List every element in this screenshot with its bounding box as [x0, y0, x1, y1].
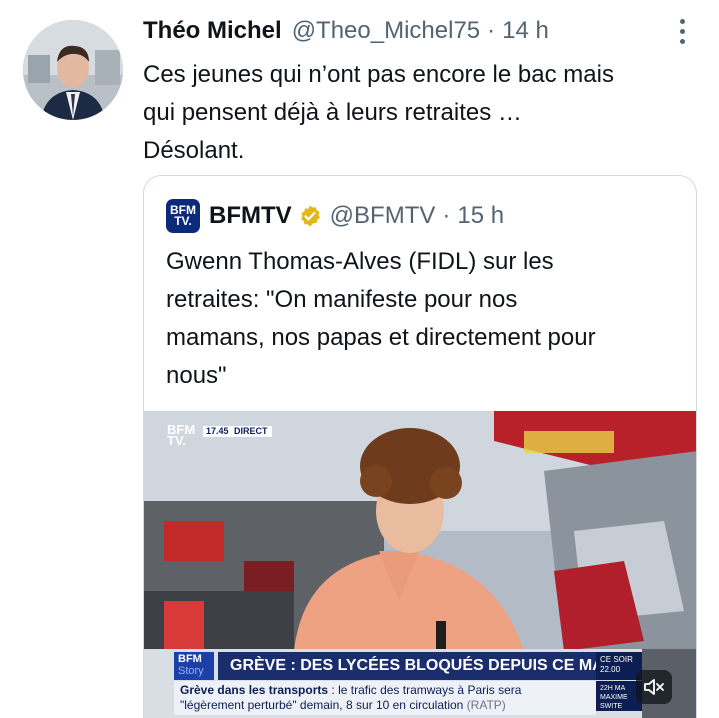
quoted-text-line: nous"	[166, 362, 227, 389]
quoted-author-name: BFMTV	[209, 202, 292, 229]
author-name[interactable]: Théo Michel	[143, 17, 282, 45]
separator-dot: ·	[487, 17, 496, 44]
tweet-timestamp[interactable]: 14 h	[502, 17, 549, 45]
schedule-line: MAXIME SWITE	[600, 694, 628, 710]
tv-channel-logo: BFM TV.	[167, 423, 195, 447]
quoted-tweet-text: Gwenn Thomas-Alves (FIDL) sur les retrai…	[166, 243, 686, 395]
schedule-line: 22.00	[600, 665, 621, 674]
tweet-text-line: Ces jeunes qui n’ont pas encore le bac m…	[143, 61, 614, 88]
quoted-text-line: Gwenn Thomas-Alves (FIDL) sur les	[166, 248, 554, 275]
quoted-tweet-header: BFM TV. BFMTV @BFMTV · 15 h	[166, 198, 504, 234]
more-icon[interactable]	[669, 16, 695, 46]
bfm-story-logo: BFM Story	[174, 652, 214, 680]
ticker-text: "légèrement perturbé" demain, 8 sur 10 e…	[180, 698, 464, 712]
author-avatar[interactable]	[23, 20, 123, 120]
more-dot	[679, 38, 685, 44]
news-ticker: Grève dans les transports : le trafic de…	[174, 681, 596, 715]
ticker-source: (RATP)	[463, 698, 506, 712]
tweet-text-line: Désolant.	[143, 137, 245, 164]
volume-muted-icon[interactable]	[636, 670, 672, 704]
more-dot	[679, 18, 685, 24]
more-dot	[679, 28, 685, 34]
tweet-text-line: qui pensent déjà à leurs retraites …	[143, 99, 522, 126]
news-headline: GRÈVE : DES LYCÉES BLOQUÉS DEPUIS CE MAT…	[218, 652, 628, 680]
separator-dot: ·	[442, 202, 451, 229]
quoted-tweet[interactable]: BFM TV. BFMTV @BFMTV · 15 h Gwenn Thomas…	[143, 175, 697, 718]
bfmtv-avatar: BFM TV.	[166, 199, 200, 233]
quoted-text-line: retraites: "On manifeste pour nos	[166, 286, 518, 313]
video-player[interactable]: BFM TV. 17.45 DIRECT BFM Story GRÈVE : D…	[144, 411, 696, 718]
quoted-author-handle: @BFMTV	[329, 202, 436, 229]
tweet-header: Théo Michel @Theo_Michel75 · 14 h	[143, 14, 549, 48]
verified-badge-icon	[300, 205, 320, 227]
tv-clock: 17.45	[203, 426, 232, 437]
banner-logo-line: BFM	[178, 653, 202, 665]
ticker-bold: Grève dans les transports	[180, 683, 329, 697]
ticker-text: : le trafic des tramways à Paris sera	[328, 683, 522, 697]
bfmtv-avatar-line: TV.	[174, 214, 192, 228]
tweet-text: Ces jeunes qui n’ont pas encore le bac m…	[143, 56, 683, 170]
author-handle[interactable]: @Theo_Michel75	[292, 17, 480, 45]
banner-logo-line: Story	[178, 665, 204, 677]
schedule-line: 22H MA	[600, 685, 626, 692]
speaker-icon	[644, 679, 664, 695]
schedule-line: CE SOIR	[600, 655, 633, 664]
quoted-text-line: mamans, nos papas et directement pour	[166, 324, 596, 351]
tv-live-label: DIRECT	[230, 426, 272, 437]
quoted-tweet-timestamp: 15 h	[457, 202, 505, 229]
